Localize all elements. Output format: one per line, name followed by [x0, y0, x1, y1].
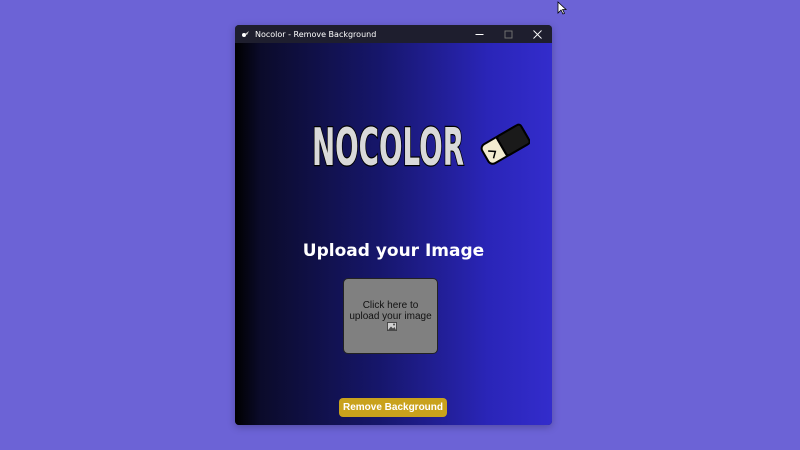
- app-feather-icon: [242, 30, 249, 37]
- logo-text: NOCOLOR: [312, 118, 464, 173]
- upload-heading: Upload your Image: [302, 241, 485, 261]
- upload-prompt: Click here to upload your image: [348, 300, 434, 333]
- minimize-icon: [475, 33, 484, 35]
- window-controls: [465, 25, 552, 43]
- app-window: Nocolor - Remove Background NOCOLOR Uplo…: [235, 25, 552, 425]
- app-content: NOCOLOR Upload your Image Click here to …: [235, 43, 552, 425]
- title-bar[interactable]: Nocolor - Remove Background: [235, 25, 552, 43]
- picture-emoji-icon: [386, 322, 397, 332]
- eraser-icon: [480, 123, 530, 165]
- upload-text: Click here to upload your image: [349, 299, 432, 322]
- upload-image-area[interactable]: Click here to upload your image: [343, 278, 438, 354]
- maximize-icon: [504, 30, 513, 38]
- mouse-cursor-icon: [557, 1, 567, 15]
- close-icon: [533, 29, 542, 39]
- close-button[interactable]: [523, 25, 552, 43]
- remove-background-button[interactable]: Remove Background: [339, 398, 447, 417]
- minimize-button[interactable]: [465, 25, 494, 43]
- nocolor-logo: NOCOLOR: [311, 117, 530, 173]
- maximize-button[interactable]: [494, 25, 523, 43]
- window-title: Nocolor - Remove Background: [255, 29, 377, 39]
